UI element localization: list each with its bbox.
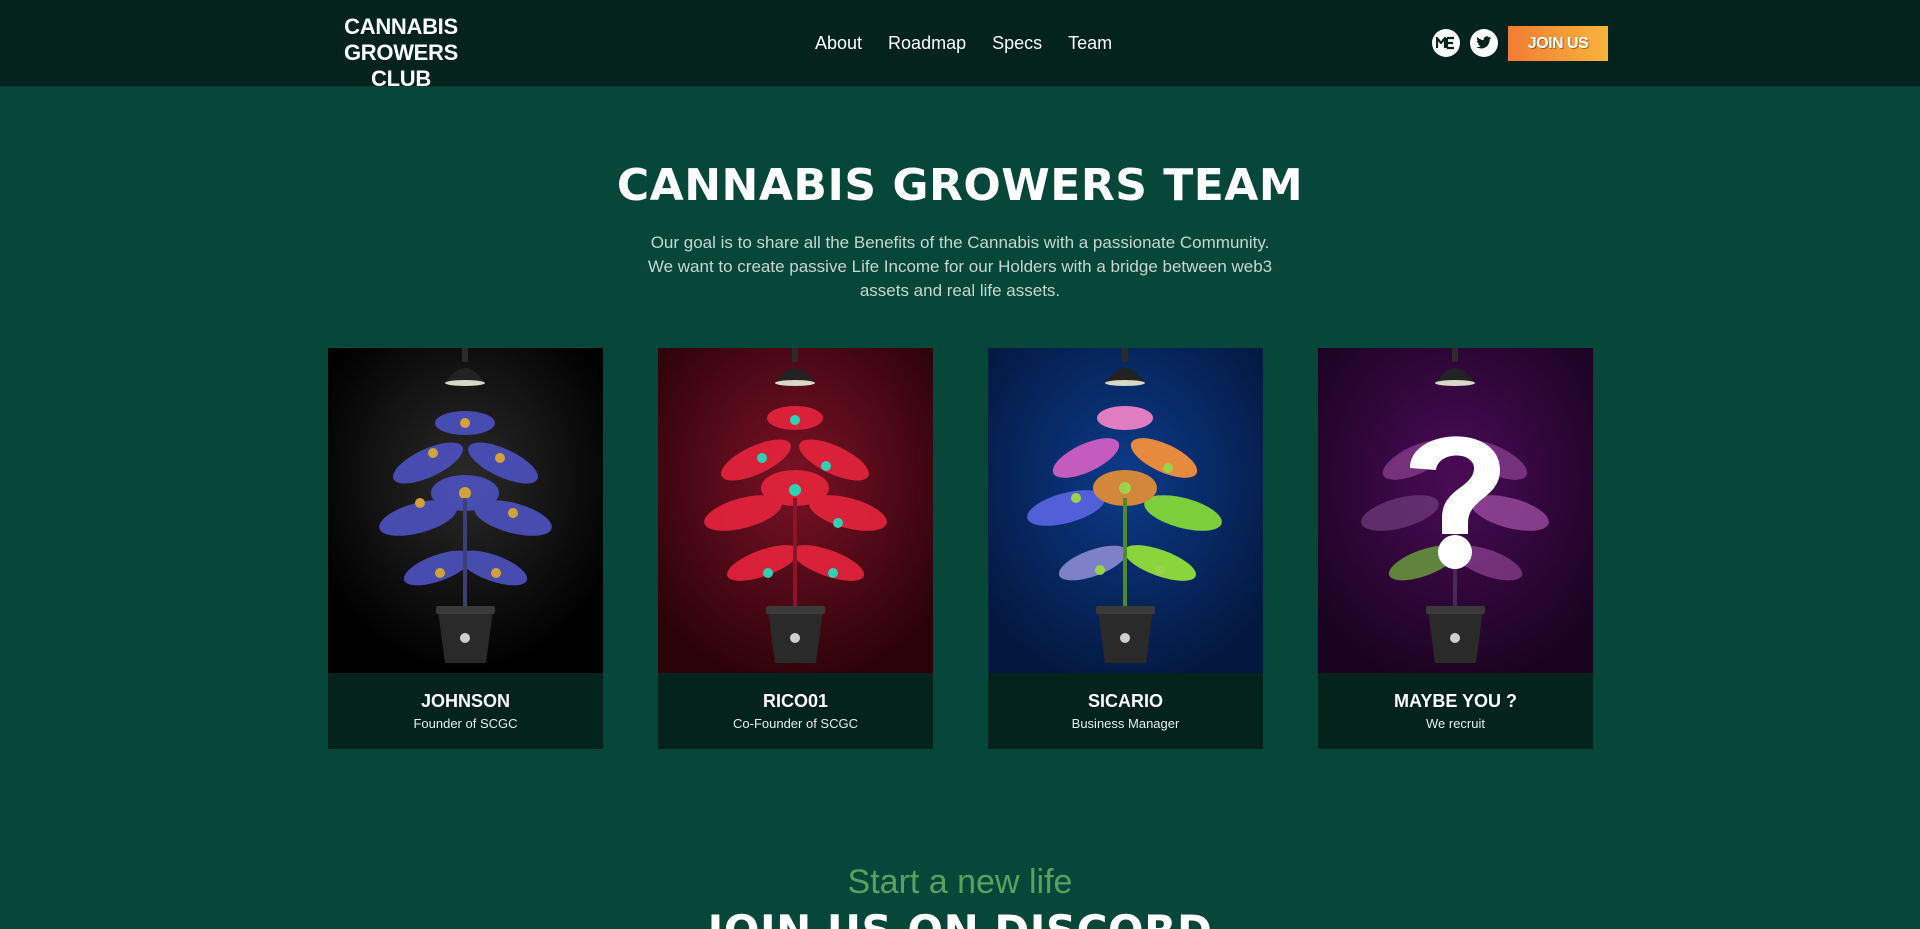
team-card-image [658, 348, 933, 673]
team-member-name: SICARIO [1087, 691, 1163, 711]
brand-logo[interactable]: CANNABIS GROWERS CLUB [312, 14, 490, 92]
team-card-image [1318, 348, 1593, 673]
team-member-role: Co-Founder of SCGC [733, 716, 858, 731]
nav-links: About Roadmap Specs Team [815, 31, 1138, 55]
twitter-icon[interactable] [1470, 29, 1498, 57]
team-section-title: CANNABIS GROWERS TEAM [616, 160, 1304, 211]
nav-link-team[interactable]: Team [1068, 31, 1112, 55]
brand-line-2: GROWERS CLUB [343, 40, 458, 91]
team-section-description: Our goal is to share all the Benefits of… [647, 233, 1273, 300]
team-member-role: We recruit [1426, 716, 1485, 731]
team-card-sicario: SICARIO Business Manager [988, 348, 1263, 749]
discord-cta-title[interactable]: JOIN US ON DISCORD [0, 907, 1920, 929]
team-member-name: JOHNSON [420, 691, 510, 711]
team-member-role: Business Manager [1071, 716, 1180, 731]
team-card-johnson: JOHNSON Founder of SCGC [328, 348, 603, 749]
magic-eden-icon[interactable] [1432, 29, 1460, 57]
team-card-maybe-you: MAYBE YOU ? We recruit [1318, 348, 1593, 749]
join-us-button[interactable]: JOIN US [1508, 26, 1608, 61]
team-member-name: MAYBE YOU ? [1393, 691, 1518, 711]
nav-link-about[interactable]: About [815, 31, 862, 55]
team-card-image [328, 348, 603, 673]
team-card-image [988, 348, 1263, 673]
team-member-name: RICO01 [762, 691, 829, 711]
team-member-role: Founder of SCGC [413, 716, 518, 731]
top-navbar: CANNABIS GROWERS CLUB About Roadmap Spec… [0, 0, 1920, 91]
brand-line-1: CANNABIS [344, 14, 458, 39]
cta-subtitle: Start a new life [847, 863, 1073, 901]
team-card-rico01: RICO01 Co-Founder of SCGC [658, 348, 933, 749]
nav-link-specs[interactable]: Specs [992, 31, 1042, 55]
nav-link-roadmap[interactable]: Roadmap [888, 31, 966, 55]
